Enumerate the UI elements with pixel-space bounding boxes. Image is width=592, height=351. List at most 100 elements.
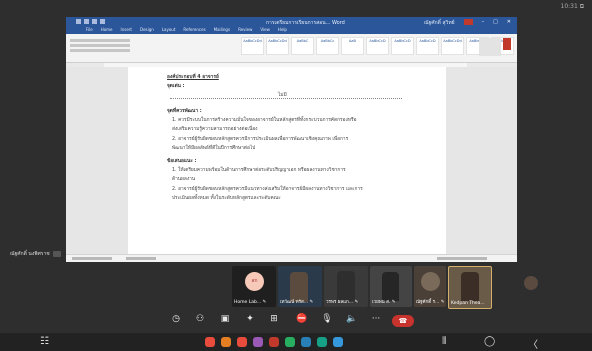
recents-icon[interactable]: ⦀ [442,336,446,347]
participant-tile-active[interactable]: Kedpan Thea... [448,266,492,309]
tab-file[interactable]: File [86,27,93,34]
style-item[interactable]: AaBbCcDd [266,37,289,55]
app-icon[interactable] [237,337,247,347]
app-icon[interactable] [333,337,343,347]
tab-layout[interactable]: Layout [162,27,176,34]
word-titlebar: การเตรียมการเรียนการสอน... Word ณัฐศักดิ… [66,17,517,27]
tab-help[interactable]: Help [278,27,287,34]
minimize-icon[interactable]: – [482,19,485,27]
undo-icon[interactable] [84,19,89,24]
redo-icon[interactable] [92,19,97,24]
section-heading: องค์ประกอบที่ 4 อาจารย์ [167,75,219,80]
quick-access-toolbar [76,19,105,24]
clock: 10:31 ⧉ [560,3,584,10]
style-item[interactable]: AaBbCcD [416,37,439,55]
improve-line: พัฒนาให้มีผลลัพธ์ที่ดีในปีการศึกษาต่อไป [172,146,256,151]
shared-screen-word: การเตรียมการเรียนการสอน... Word ณัฐศักดิ… [66,17,517,262]
participant-tile[interactable] [520,266,546,307]
speaker-icon[interactable]: 🔈 [345,314,359,324]
participant-tile[interactable]: ณัฐศักดิ์ ร... ✎ [414,266,446,307]
app-icon[interactable] [301,337,311,347]
document-canvas: องค์ประกอบที่ 4 อาจารย์ จุดเด่น : ไม่มี … [66,67,517,257]
participant-name: วรพร ผลแก... ✎ [326,300,359,305]
app-icon[interactable] [253,337,263,347]
account-name[interactable]: ณัฐศักดิ์ สุวิทย์ [424,19,455,27]
timer-icon[interactable]: ◷ [169,314,183,324]
close-icon[interactable]: ✕ [507,19,511,27]
tab-insert[interactable]: Insert [121,27,132,34]
save-icon[interactable] [76,19,81,24]
style-item[interactable]: AaBbCcDd [441,37,464,55]
menu-icon[interactable]: ☷ [40,336,49,347]
improve-line: 1. ควรมีระบบในการสร้างความมั่นใจของอาจาร… [172,118,357,123]
mic-off-icon[interactable]: 🎙 [320,314,334,324]
avatar [421,272,440,291]
maximize-icon[interactable]: □ [493,19,498,27]
home-icon[interactable]: ◯ [484,336,495,347]
chat-icon[interactable]: ▣ [218,314,232,324]
suggest-line: 1. ให้เตรียมความพร้อมในด้านการศึกษาต่อระ… [172,168,346,173]
improve-line: 2. อาจารย์ผู้รับผิดชอบหลักสูตรควรมีการปร… [172,137,349,142]
document-page[interactable]: องค์ประกอบที่ 4 อาจารย์ จุดเด่น : ไม่มี … [128,67,446,257]
ribbon-tabs: File Home Insert Design Layout Reference… [66,27,517,34]
styles-gallery: AaBbCcDd AaBbCcDd AaBbC AaBbCc AaB AaBbC… [241,37,514,55]
grid-icon[interactable]: ⊞ [267,314,281,324]
tab-review[interactable]: Review [238,27,252,34]
style-item[interactable]: AaB [341,37,364,55]
editing-group[interactable] [479,38,501,56]
back-icon[interactable]: 〈 [528,336,538,351]
improve-heading: จุดที่ควรพัฒนา : [167,109,202,114]
camera-off-icon[interactable]: ⛔ [295,314,309,324]
tab-design[interactable]: Design [140,27,154,34]
tab-view[interactable]: View [260,27,270,34]
people-icon[interactable]: ⚇ [193,314,207,324]
app-icon[interactable] [221,337,231,347]
recording-icon [463,19,473,25]
style-item[interactable]: AaBbCcD [366,37,389,55]
avatar: สก [245,272,264,291]
presenter-name: ณัฐศักดิ์ นงพิศราช [10,250,50,257]
android-navbar: ☷ ⦀ ◯ 〈 [0,333,592,351]
hangup-button[interactable]: ☎ [392,315,414,327]
tab-references[interactable]: References [183,27,205,34]
style-item[interactable]: AaBbCcDd [241,37,264,55]
app-icon[interactable] [317,337,327,347]
participant-name: ณัฐศักดิ์ ร... ✎ [416,300,445,305]
participant-tile[interactable]: เทวัฒน์ ทรัส... ✎ [278,266,322,307]
tab-mailings[interactable]: Mailings [214,27,230,34]
clipboard-font-group[interactable] [70,37,130,59]
tab-home[interactable]: Home [101,27,113,34]
participant-name: Kedpan Thea... [451,301,485,306]
suggest-line: ด้านผลงาน [172,177,196,182]
dotted-line [170,98,402,99]
meeting-controls: ◷ ⚇ ▣ ✦ ⊞ ⛔ 🎙 🔈 ··· ☎ [0,312,592,329]
adobe-pdf-icon[interactable] [503,38,511,50]
word-statusbar [66,254,517,262]
participant-name: Home Lab... ✎ [234,300,267,305]
participant-tile[interactable]: วรพร ผลแก... ✎ [324,266,368,307]
suggest-line: 2. อาจารย์ผู้รับผิดชอบหลักสูตรควรมีแนวทา… [172,187,363,192]
effects-icon[interactable]: ✦ [243,314,257,324]
participant-tile[interactable]: เวยพน ส. ✎ [370,266,412,307]
presenter-name-tag: ณัฐศักดิ์ นงพิศราช [10,249,61,258]
app-icon[interactable] [285,337,295,347]
more-icon[interactable]: ··· [369,314,383,324]
participant-name: เทวัฒน์ ทรัส... ✎ [280,300,314,305]
improve-line: ส่งเสริมความรู้ความสามารถอย่างต่อเนื่อง [172,127,258,132]
customize-icon[interactable] [100,19,105,24]
style-item[interactable]: AaBbCc [316,37,339,55]
app-dock [205,337,343,347]
app-icon[interactable] [205,337,215,347]
style-item[interactable]: AaBbCcD [391,37,414,55]
participant-name: เวยพน ส. ✎ [372,300,396,305]
avatar [524,276,538,290]
presenter-options-icon[interactable] [52,250,61,257]
participant-tile[interactable]: สก Home Lab... ✎ [232,266,276,307]
app-icon[interactable] [269,337,279,347]
video-call-screen: 10:31 ⧉ การเตรียมการเรียนการสอน... Word … [0,0,592,351]
participant-video [461,272,479,301]
window-controls: ณัฐศักดิ์ สุวิทย์ – □ ✕ [424,19,511,27]
document-title: การเตรียมการเรียนการสอน... Word [266,20,345,26]
style-item[interactable]: AaBbC [291,37,314,55]
suggest-line: ประเมินผลทั้งหมด ทั้งในระดับหลักสูตรและร… [172,196,281,201]
